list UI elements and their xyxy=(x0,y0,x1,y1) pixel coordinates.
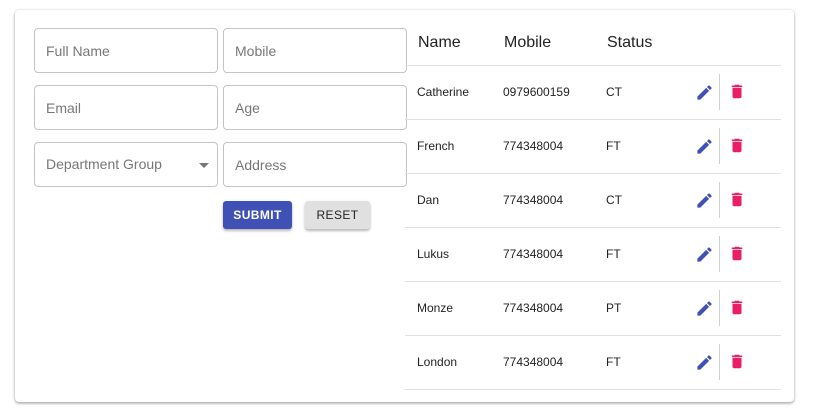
delete-icon[interactable] xyxy=(728,352,746,371)
edit-icon[interactable] xyxy=(695,353,714,372)
delete-icon[interactable] xyxy=(728,298,746,317)
divider xyxy=(719,236,720,272)
edit-icon[interactable] xyxy=(695,83,714,102)
address-field[interactable] xyxy=(223,142,407,187)
full-name-field[interactable] xyxy=(34,28,218,73)
edit-icon[interactable] xyxy=(695,191,714,210)
row-name: Catherine xyxy=(417,85,470,99)
department-select[interactable]: Department Group xyxy=(34,142,218,187)
row-status: PT xyxy=(606,301,622,315)
delete-icon[interactable] xyxy=(728,82,746,101)
edit-icon[interactable] xyxy=(695,245,714,264)
row-mobile: 774348004 xyxy=(503,139,564,153)
address-input[interactable] xyxy=(224,143,406,186)
divider xyxy=(719,182,720,218)
row-name: Lukus xyxy=(417,247,450,261)
submit-button[interactable]: SUBMIT xyxy=(223,201,292,229)
mobile-field[interactable] xyxy=(223,28,407,73)
row-mobile: 0979600159 xyxy=(503,85,570,99)
row-name: London xyxy=(417,355,458,369)
row-mobile: 774348004 xyxy=(503,247,564,261)
table-row: Lukus 774348004 FT xyxy=(405,227,781,281)
edit-icon[interactable] xyxy=(695,299,714,318)
email-input[interactable] xyxy=(35,86,217,129)
department-select-label: Department Group xyxy=(46,156,162,172)
row-name: Dan xyxy=(417,193,440,207)
column-header-mobile: Mobile xyxy=(504,34,552,51)
full-name-input[interactable] xyxy=(35,29,217,72)
divider xyxy=(719,290,720,326)
divider xyxy=(719,128,720,164)
table-row: French 774348004 FT xyxy=(405,119,781,173)
delete-icon[interactable] xyxy=(728,244,746,263)
row-status: FT xyxy=(606,247,621,261)
delete-icon[interactable] xyxy=(728,136,746,155)
table-row: Catherine 0979600159 CT xyxy=(405,65,781,119)
row-status: FT xyxy=(606,139,621,153)
age-input[interactable] xyxy=(224,86,406,129)
row-mobile: 774348004 xyxy=(503,193,564,207)
table-row: Monze 774348004 PT xyxy=(405,281,781,335)
column-header-status: Status xyxy=(607,34,653,51)
mobile-input[interactable] xyxy=(224,29,406,72)
row-status: CT xyxy=(606,85,622,99)
row-mobile: 774348004 xyxy=(503,301,564,315)
row-status: CT xyxy=(606,193,622,207)
edit-icon[interactable] xyxy=(695,137,714,156)
row-name: Monze xyxy=(417,301,454,315)
age-field[interactable] xyxy=(223,85,407,130)
table-row: London 774348004 FT xyxy=(405,335,781,390)
email-field[interactable] xyxy=(34,85,218,130)
reset-button[interactable]: RESET xyxy=(305,201,370,229)
delete-icon[interactable] xyxy=(728,190,746,209)
divider xyxy=(719,74,720,110)
chevron-down-icon[interactable] xyxy=(199,163,209,168)
divider xyxy=(719,344,720,380)
column-header-name: Name xyxy=(418,34,461,51)
row-name: French xyxy=(417,139,455,153)
table-row: Dan 774348004 CT xyxy=(405,173,781,227)
row-status: FT xyxy=(606,355,621,369)
row-mobile: 774348004 xyxy=(503,355,564,369)
